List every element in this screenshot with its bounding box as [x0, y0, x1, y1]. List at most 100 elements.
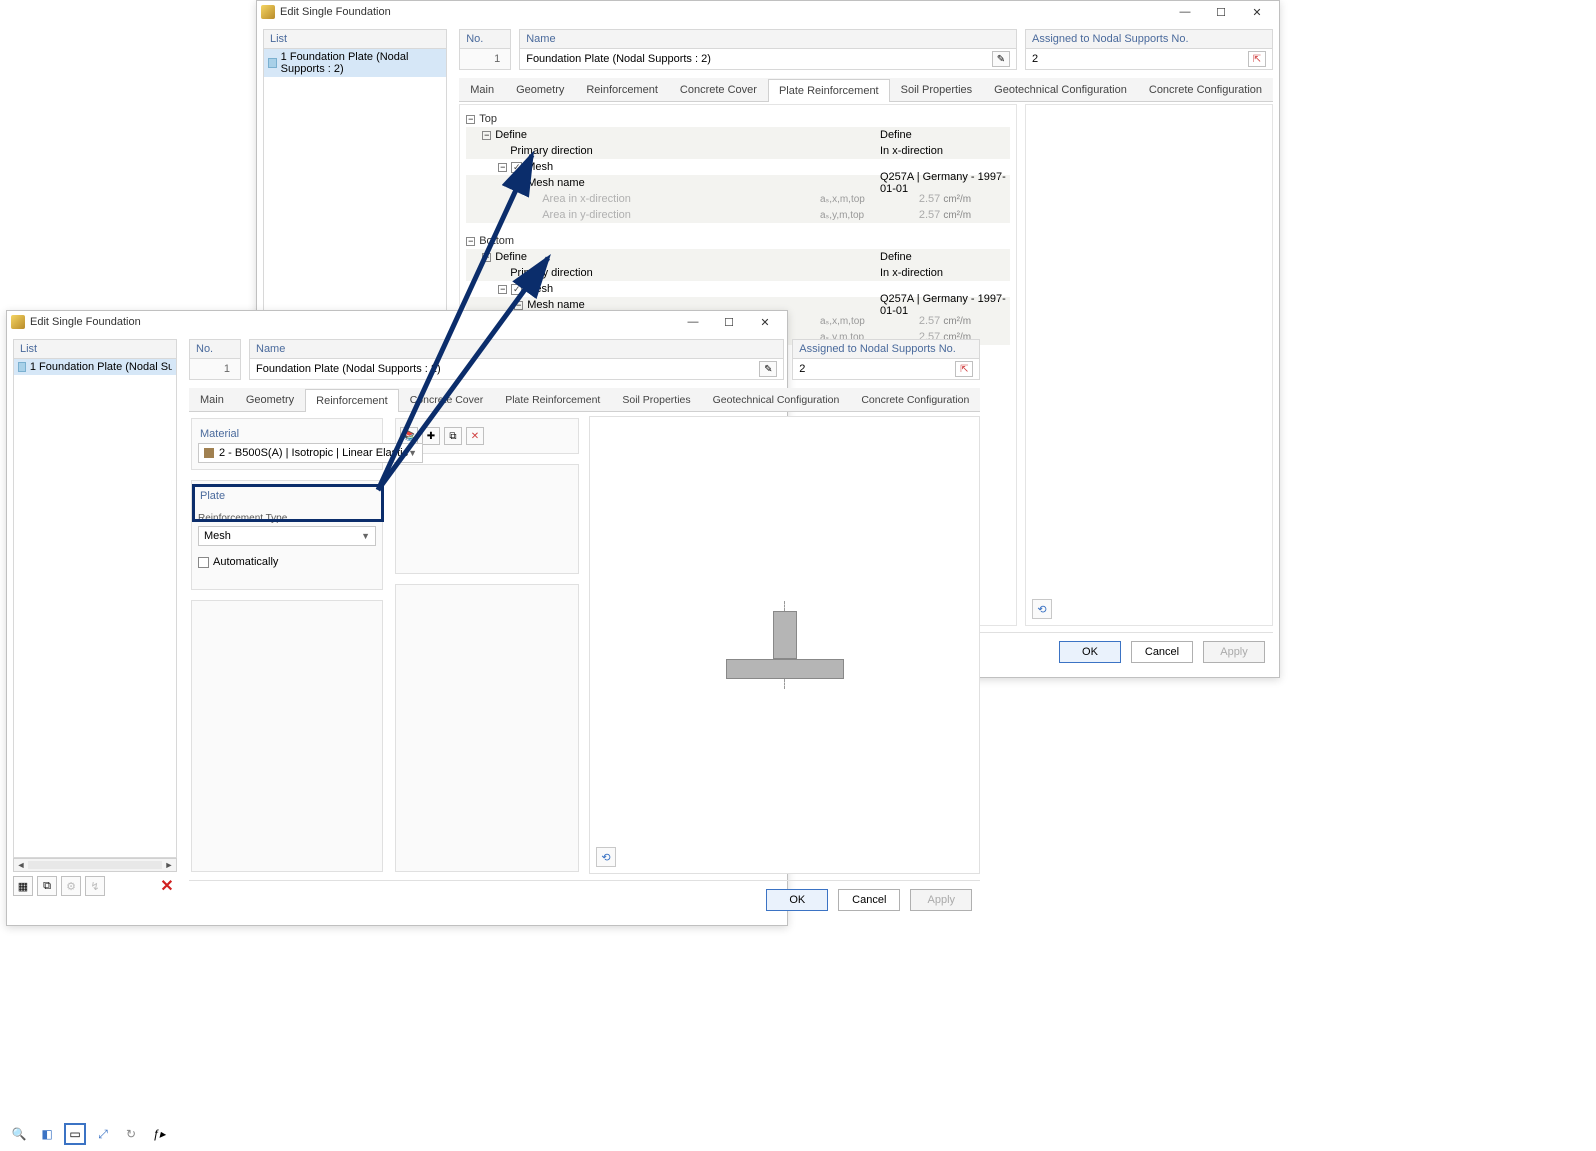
tab-geotech-config[interactable]: Geotechnical Configuration: [983, 78, 1138, 101]
collapse-icon[interactable]: −: [466, 115, 475, 124]
reinforcement-type-value: Mesh: [204, 530, 231, 542]
chevron-down-icon: ▼: [408, 448, 417, 458]
tree-area-y: Area in y-direction: [542, 209, 631, 221]
assigned-value: 2: [799, 363, 805, 375]
name-input[interactable]: Foundation Plate (Nodal Supports : 2) ✎: [519, 48, 1017, 70]
name-input[interactable]: Foundation Plate (Nodal Supports : 2) ✎: [249, 358, 784, 380]
mesh-checkbox[interactable]: [511, 284, 522, 295]
titlebar: Edit Single Foundation: [7, 311, 787, 333]
cancel-button[interactable]: Cancel: [838, 889, 900, 911]
minimize-button[interactable]: [675, 312, 711, 332]
assigned-value: 2: [1032, 53, 1038, 65]
more-icon[interactable]: ↯: [85, 876, 105, 896]
val-x: 2.57: [919, 193, 940, 205]
axis-icon[interactable]: ⤢: [92, 1123, 114, 1145]
tree-mesh-name: Mesh name: [527, 177, 584, 189]
assigned-input[interactable]: 2 ⇱: [1025, 48, 1273, 70]
tab-geometry[interactable]: Geometry: [505, 78, 575, 101]
no-header: No.: [459, 29, 511, 48]
tab-concrete-cover[interactable]: Concrete Cover: [399, 388, 495, 411]
unit: cm²/m: [943, 316, 971, 327]
pick-support-icon[interactable]: ⇱: [955, 361, 973, 377]
tab-main[interactable]: Main: [189, 388, 235, 411]
close-button[interactable]: [747, 312, 783, 332]
display-settings-icon[interactable]: ⟲: [596, 847, 616, 867]
material-delete-icon[interactable]: ✕: [466, 427, 484, 445]
tab-soil-properties[interactable]: Soil Properties: [890, 78, 984, 101]
scroll-right-icon[interactable]: ►: [162, 860, 176, 870]
tree-mesh: Mesh: [526, 161, 553, 173]
pick-support-icon[interactable]: ⇱: [1248, 51, 1266, 67]
function-icon[interactable]: ƒ▸: [148, 1123, 170, 1145]
highlight-reinforcement-type: [192, 484, 384, 522]
material-copy-icon[interactable]: ⧉: [444, 427, 462, 445]
scroll-left-icon[interactable]: ◄: [14, 860, 28, 870]
zoom-icon[interactable]: 🔍: [8, 1123, 30, 1145]
tab-main[interactable]: Main: [459, 78, 505, 101]
maximize-button[interactable]: [711, 312, 747, 332]
collapse-icon[interactable]: −: [466, 237, 475, 246]
collapse-icon[interactable]: −: [482, 131, 491, 140]
copy-item-icon[interactable]: ⧉: [37, 876, 57, 896]
material-new-icon[interactable]: ✚: [422, 427, 440, 445]
material-value: 2 - B500S(A) | Isotropic | Linear Elasti…: [219, 447, 408, 459]
reinforcement-type-combo[interactable]: Mesh ▼: [198, 526, 376, 546]
tab-concrete-config[interactable]: Concrete Configuration: [1138, 78, 1273, 101]
support-icon[interactable]: ◧: [36, 1123, 58, 1145]
sym-y: aₛ,y,m,top: [820, 210, 864, 221]
material-header: Material: [198, 425, 376, 443]
list-item-label: 1 Foundation Plate (Nodal Supports : 2): [30, 361, 172, 373]
automatically-label: Automatically: [213, 556, 278, 568]
apply-button: Apply: [1203, 641, 1265, 663]
automatically-checkbox[interactable]: [198, 557, 209, 568]
tab-concrete-config[interactable]: Concrete Configuration: [850, 388, 980, 411]
tab-concrete-cover[interactable]: Concrete Cover: [669, 78, 768, 101]
window-edit-foundation-2: Edit Single Foundation List 1 Foundation…: [6, 310, 788, 926]
collapse-icon[interactable]: −: [498, 285, 507, 294]
tab-plate-reinforcement[interactable]: Plate Reinforcement: [768, 79, 890, 102]
edit-name-icon[interactable]: ✎: [759, 361, 777, 377]
minimize-button[interactable]: [1167, 2, 1203, 22]
cancel-button[interactable]: Cancel: [1131, 641, 1193, 663]
mesh-value: Q257A | Germany - 1997-01-01: [880, 171, 1010, 195]
chevron-down-icon: ▼: [361, 531, 370, 541]
reload-icon[interactable]: ↻: [120, 1123, 142, 1145]
collapse-icon[interactable]: −: [498, 163, 507, 172]
material-combo[interactable]: 2 - B500S(A) | Isotropic | Linear Elasti…: [198, 443, 423, 463]
collapse-icon[interactable]: −: [482, 253, 491, 262]
assigned-input[interactable]: 2 ⇱: [792, 358, 980, 380]
tab-reinforcement[interactable]: Reinforcement: [305, 389, 399, 412]
list-item-icon: [268, 58, 277, 68]
tab-soil-properties[interactable]: Soil Properties: [611, 388, 701, 411]
collapse-icon[interactable]: −: [514, 179, 523, 188]
list-item[interactable]: 1 Foundation Plate (Nodal Supports : 2): [14, 359, 176, 375]
direction-value: In x-direction: [880, 145, 943, 157]
tree-bottom: Bottom: [479, 235, 514, 247]
ok-button[interactable]: OK: [1059, 641, 1121, 663]
display-settings-icon[interactable]: ⟲: [1032, 599, 1052, 619]
name-value: Foundation Plate (Nodal Supports : 2): [256, 363, 441, 375]
new-item-icon[interactable]: ▦: [13, 876, 33, 896]
tab-plate-reinforcement[interactable]: Plate Reinforcement: [494, 388, 611, 411]
view-plate-icon[interactable]: ▭: [64, 1123, 86, 1145]
no-header: No.: [189, 339, 241, 358]
mesh-checkbox[interactable]: [511, 162, 522, 173]
tabs: Main Geometry Reinforcement Concrete Cov…: [459, 78, 1273, 102]
list-item[interactable]: 1 Foundation Plate (Nodal Supports : 2): [264, 49, 446, 77]
collapse-icon[interactable]: −: [514, 301, 523, 310]
tab-reinforcement[interactable]: Reinforcement: [575, 78, 669, 101]
settings-icon[interactable]: ⚙: [61, 876, 81, 896]
horizontal-scrollbar[interactable]: ◄ ►: [13, 858, 177, 872]
tree-area-x: Area in x-direction: [542, 193, 631, 205]
ok-button[interactable]: OK: [766, 889, 828, 911]
delete-icon[interactable]: ✕: [157, 876, 177, 896]
tab-geotech-config[interactable]: Geotechnical Configuration: [702, 388, 851, 411]
list-item-label: 1 Foundation Plate (Nodal Supports : 2): [281, 51, 443, 75]
maximize-button[interactable]: [1203, 2, 1239, 22]
edit-name-icon[interactable]: ✎: [992, 51, 1010, 67]
tab-geometry[interactable]: Geometry: [235, 388, 305, 411]
tabs: Main Geometry Reinforcement Concrete Cov…: [189, 388, 980, 412]
close-button[interactable]: [1239, 2, 1275, 22]
tree-define: Define: [495, 129, 527, 141]
tree-top: Top: [479, 113, 497, 125]
